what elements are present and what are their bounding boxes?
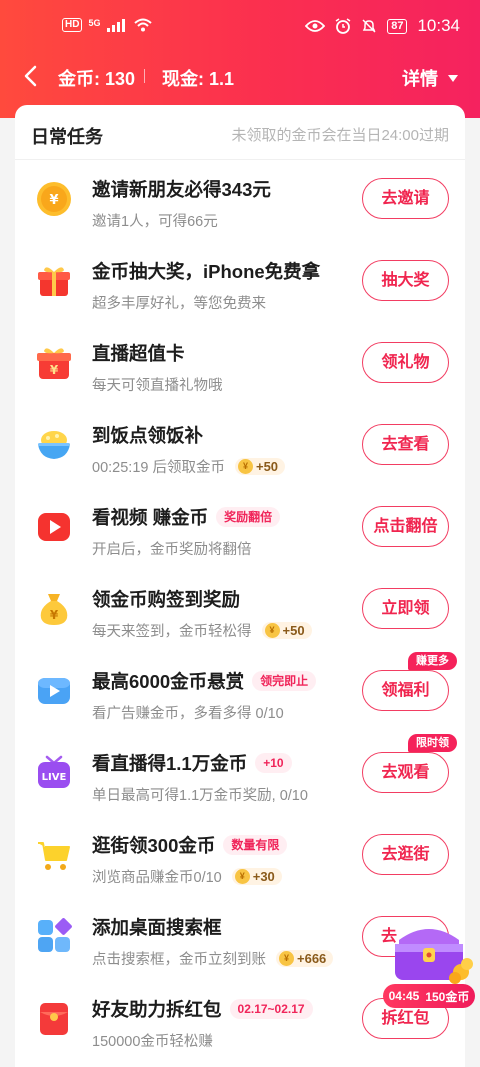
coin-icon: ¥: [234, 869, 250, 884]
task-item-watch-video: 看视频 赚金币 奖励翻倍 开启后，金币奖励将翻倍 点击翻倍: [15, 490, 465, 572]
network-label: 5G: [88, 18, 101, 28]
back-arrow-icon[interactable]: [20, 62, 44, 90]
countdown-pill: 04:45 150金币: [383, 984, 475, 1008]
task-desc: 每天来签到，金币轻松得 ¥ +50: [92, 620, 312, 641]
task-item-sign-in: ¥ 领金币购签到奖励 每天来签到，金币轻松得 ¥ +50 立即领: [15, 572, 465, 654]
rice-bowl-icon: [38, 431, 70, 459]
task-item-ad-bounty: 最高6000金币悬赏 领完即止 看广告赚金币，多看多得 0/10 领福利 赚更多: [15, 652, 465, 736]
task-item-shopping: 逛街领300金币 数量有限 浏览商品赚金币0/10 ¥ +30 去逛街: [15, 818, 465, 900]
card-title: 日常任务: [31, 127, 103, 147]
chest-reward: 150金币: [425, 989, 470, 1004]
live-tv-icon: LIVE: [38, 755, 70, 788]
gift-card-icon: ¥: [37, 348, 71, 379]
claim-now-button[interactable]: 立即领: [362, 588, 449, 629]
cash-balance: 现金: 1.1: [162, 69, 235, 89]
widget-grid-icon: [38, 918, 72, 952]
view-button[interactable]: 去查看: [362, 424, 449, 465]
shopping-cart-icon: [38, 842, 70, 870]
task-desc: 每天可领直播礼物哦: [92, 378, 223, 394]
treasure-chest-icon: [395, 929, 473, 984]
invite-button[interactable]: 去邀请: [362, 178, 449, 219]
alarm-icon: [335, 18, 351, 34]
task-tag: 02.17~02.17: [229, 999, 313, 1019]
signal-icon: [107, 18, 126, 32]
divider: [144, 69, 145, 83]
task-title: 到饭点领饭补: [92, 425, 204, 446]
task-title: 最高6000金币悬赏 领完即止: [92, 668, 317, 694]
task-title: 邀请新朋友必得343元: [92, 179, 271, 200]
hd-badge: HD: [62, 18, 83, 32]
task-desc: 点击搜索框，金币立刻到账 ¥ +666: [92, 948, 334, 969]
go-shopping-button[interactable]: 去逛街: [362, 834, 449, 875]
ad-play-icon: [38, 678, 70, 704]
battery-icon: 87: [387, 18, 408, 34]
countdown-timer: 04:45: [388, 989, 420, 1003]
task-tag: 领完即止: [252, 671, 317, 691]
expiry-note: 未领取的金币会在当日24:00过期: [231, 127, 449, 144]
task-desc: 看广告赚金币，多看多得 0/10: [92, 706, 284, 722]
header-bar: HD 5G 87 10:34 金币: 130 现金: 1.1 详情: [0, 0, 480, 118]
task-title: 看直播得1.1万金币 +10: [92, 750, 292, 776]
wifi-icon: [134, 18, 153, 32]
task-item-watch-live: LIVE 看直播得1.1万金币 +10 单日最高可得1.1万金币奖励, 0/10 …: [15, 734, 465, 818]
detail-label: 详情: [402, 69, 438, 89]
card-header: 日常任务 未领取的金币会在当日24:00过期: [15, 105, 465, 160]
task-desc: 00:25:19 后领取金币 ¥ +50: [92, 456, 286, 477]
coin-icon: ¥: [37, 182, 71, 216]
coin-icon: ¥: [237, 459, 253, 474]
watch-live-button[interactable]: 去观看: [362, 752, 449, 793]
dropdown-triangle-icon: [448, 74, 458, 82]
task-desc: 150000金币轻松赚: [92, 1034, 213, 1050]
task-item-lottery: 金币抽大奖，iPhone免费拿 超多丰厚好礼，等您免费来 抽大奖: [15, 244, 465, 326]
task-tag: 奖励翻倍: [216, 507, 281, 527]
coin-balance: 金币: 130: [58, 69, 136, 89]
task-title: 金币抽大奖，iPhone免费拿: [92, 261, 321, 282]
task-title: 添加桌面搜索框: [92, 917, 222, 938]
coin-icon: ¥: [279, 951, 294, 966]
task-desc: 邀请1人，可得66元: [92, 214, 218, 230]
task-title: 好友助力拆红包 02.17~02.17: [92, 996, 313, 1022]
reward-badge: ¥ +666: [276, 950, 334, 967]
task-desc: 浏览商品赚金币0/10 ¥ +30: [92, 866, 282, 887]
lottery-button[interactable]: 抽大奖: [362, 260, 449, 301]
reward-badge: ¥ +30: [231, 868, 282, 885]
video-play-icon: [38, 513, 70, 541]
task-desc: 开启后，金币奖励将翻倍: [92, 542, 252, 558]
task-title: 领金币购签到奖励: [92, 589, 241, 610]
task-item-meal-subsidy: 到饭点领饭补 00:25:19 后领取金币 ¥ +50 去查看: [15, 408, 465, 490]
svg-text:¥: ¥: [50, 608, 59, 622]
task-item-invite: ¥ 邀请新朋友必得343元 邀请1人，可得66元 去邀请: [15, 162, 465, 244]
claim-benefit-button[interactable]: 领福利: [362, 670, 449, 711]
money-bag-icon: ¥: [40, 594, 68, 625]
status-time: 10:34: [417, 16, 460, 35]
mute-bell-icon: [362, 19, 376, 33]
task-desc: 单日最高可得1.1万金币奖励, 0/10: [92, 788, 308, 804]
task-desc: 超多丰厚好礼，等您免费来: [92, 296, 266, 312]
task-title: 直播超值卡: [92, 343, 185, 364]
detail-button[interactable]: 详情: [402, 65, 458, 91]
task-tag: +10: [255, 753, 292, 773]
limited-time-bubble: 限时领: [408, 734, 457, 752]
task-tag: 数量有限: [223, 835, 288, 855]
svg-text:¥: ¥: [50, 363, 59, 377]
task-title: 看视频 赚金币 奖励翻倍: [92, 504, 281, 530]
double-reward-button[interactable]: 点击翻倍: [362, 506, 449, 547]
task-title: 逛街领300金币 数量有限: [92, 832, 288, 858]
gift-box-icon: [38, 267, 70, 296]
svg-text:LIVE: LIVE: [42, 772, 67, 783]
coin-icon: ¥: [264, 623, 280, 638]
red-packet-icon: [40, 1003, 68, 1035]
task-item-live-card: ¥ 直播超值卡 每天可领直播礼物哦 领礼物: [15, 326, 465, 408]
earn-more-bubble: 赚更多: [408, 652, 457, 670]
eye-icon: [305, 20, 326, 32]
reward-badge: ¥ +50: [234, 458, 286, 475]
status-bar: HD 5G 87 10:34: [0, 14, 480, 44]
floating-treasure-chest[interactable]: 04:45 150金币: [383, 918, 475, 1010]
nav-bar: 金币: 130 现金: 1.1 详情: [0, 58, 480, 94]
reward-badge: ¥ +50: [261, 622, 312, 639]
claim-gift-button[interactable]: 领礼物: [362, 342, 449, 383]
svg-text:¥: ¥: [49, 193, 58, 208]
